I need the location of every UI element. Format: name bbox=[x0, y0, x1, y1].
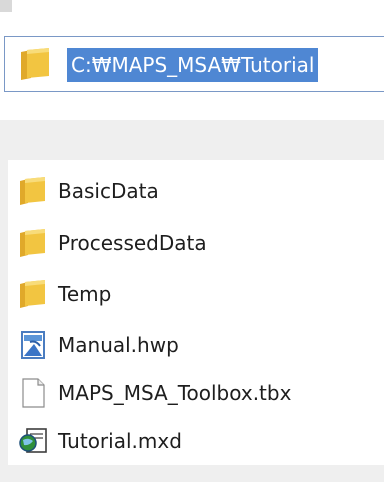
folder-icon bbox=[20, 177, 45, 205]
file-name: Tutorial.mxd bbox=[58, 429, 182, 453]
file-name: Manual.hwp bbox=[58, 333, 179, 357]
folder-icon bbox=[20, 280, 45, 308]
list-item-processeddata[interactable]: ProcessedData bbox=[8, 223, 384, 263]
list-item-toolbox-tbx[interactable]: MAPS_MSA_Toolbox.tbx bbox=[8, 373, 384, 413]
address-bar[interactable]: C:₩MAPS_MSA₩Tutorial bbox=[4, 36, 384, 92]
address-panel: C:₩MAPS_MSA₩Tutorial bbox=[0, 0, 384, 120]
file-name: BasicData bbox=[58, 179, 159, 203]
file-name: ProcessedData bbox=[58, 231, 207, 255]
file-name: Temp bbox=[58, 282, 112, 306]
address-path-text[interactable]: C:₩MAPS_MSA₩Tutorial bbox=[67, 48, 319, 82]
hwp-document-icon bbox=[21, 331, 45, 359]
list-item-temp[interactable]: Temp bbox=[8, 274, 384, 314]
corner-shading bbox=[0, 0, 12, 12]
folder-icon bbox=[19, 46, 53, 86]
list-item-manual-hwp[interactable]: Manual.hwp bbox=[8, 325, 384, 365]
list-item-basicdata[interactable]: BasicData bbox=[8, 171, 384, 211]
arcmap-document-icon bbox=[19, 428, 47, 453]
folder-icon bbox=[20, 229, 45, 257]
list-item-tutorial-mxd[interactable]: Tutorial.mxd bbox=[8, 421, 384, 461]
file-name: MAPS_MSA_Toolbox.tbx bbox=[58, 381, 292, 405]
blank-file-icon bbox=[22, 378, 45, 408]
